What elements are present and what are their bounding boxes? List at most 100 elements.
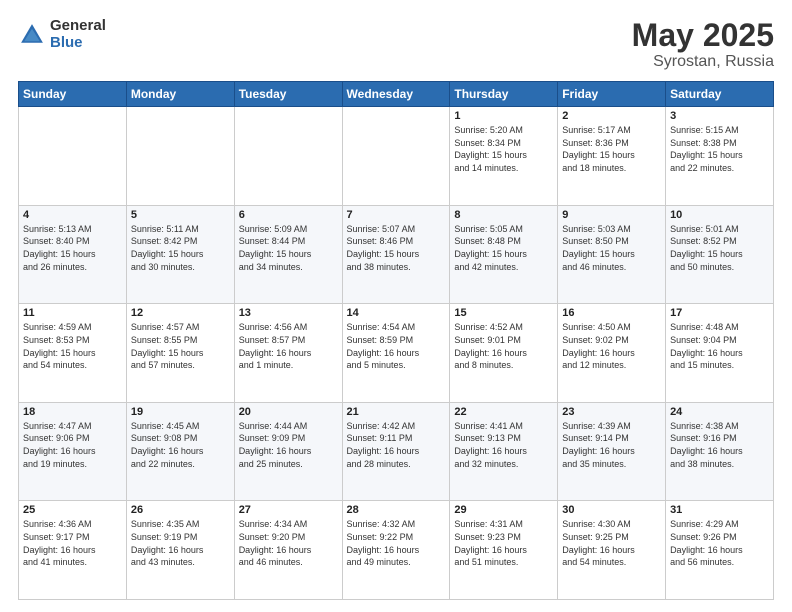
cell-day-number: 8 bbox=[454, 209, 553, 221]
cell-info: Sunrise: 4:57 AM Sunset: 8:55 PM Dayligh… bbox=[131, 321, 230, 371]
calendar-cell: 14Sunrise: 4:54 AM Sunset: 8:59 PM Dayli… bbox=[342, 304, 450, 403]
cell-info: Sunrise: 4:48 AM Sunset: 9:04 PM Dayligh… bbox=[670, 321, 769, 371]
calendar-header-sunday: Sunday bbox=[19, 82, 127, 107]
cell-info: Sunrise: 4:30 AM Sunset: 9:25 PM Dayligh… bbox=[562, 518, 661, 568]
cell-day-number: 30 bbox=[562, 504, 661, 516]
cell-day-number: 11 bbox=[23, 307, 122, 319]
cell-info: Sunrise: 5:07 AM Sunset: 8:46 PM Dayligh… bbox=[347, 223, 446, 273]
cell-day-number: 6 bbox=[239, 209, 338, 221]
calendar-cell: 16Sunrise: 4:50 AM Sunset: 9:02 PM Dayli… bbox=[558, 304, 666, 403]
cell-day-number: 31 bbox=[670, 504, 769, 516]
calendar-table: SundayMondayTuesdayWednesdayThursdayFrid… bbox=[18, 81, 774, 600]
cell-info: Sunrise: 5:09 AM Sunset: 8:44 PM Dayligh… bbox=[239, 223, 338, 273]
cell-day-number: 21 bbox=[347, 406, 446, 418]
cell-info: Sunrise: 4:45 AM Sunset: 9:08 PM Dayligh… bbox=[131, 420, 230, 470]
calendar-cell: 12 Sunrise: 4:57 AM Sunset: 8:55 PM Dayli… bbox=[126, 304, 234, 403]
cell-info: Sunrise: 4:54 AM Sunset: 8:59 PM Dayligh… bbox=[347, 321, 446, 371]
calendar-cell: 28 Sunrise: 4:32 AM Sunset: 9:22 PM Dayli… bbox=[342, 501, 450, 600]
calendar-header-saturday: Saturday bbox=[666, 82, 774, 107]
calendar-week-row: 25 Sunrise: 4:36 AM Sunset: 9:17 PM Dayli… bbox=[19, 501, 774, 600]
calendar-cell: 15 Sunrise: 4:52 AM Sunset: 9:01 PM Dayli… bbox=[450, 304, 558, 403]
cell-info: Sunrise: 4:44 AM Sunset: 9:09 PM Dayligh… bbox=[239, 420, 338, 470]
cell-day-number: 29 bbox=[454, 504, 553, 516]
calendar-cell: 18Sunrise: 4:47 AM Sunset: 9:06 PM Dayli… bbox=[19, 402, 127, 501]
calendar-cell: 25 Sunrise: 4:36 AM Sunset: 9:17 PM Dayli… bbox=[19, 501, 127, 600]
cell-day-number: 28 bbox=[347, 504, 446, 516]
calendar-cell: 19 Sunrise: 4:45 AM Sunset: 9:08 PM Dayli… bbox=[126, 402, 234, 501]
calendar-cell: 7Sunrise: 5:07 AM Sunset: 8:46 PM Daylig… bbox=[342, 205, 450, 304]
cell-info: Sunrise: 4:39 AM Sunset: 9:14 PM Dayligh… bbox=[562, 420, 661, 470]
cell-day-number: 15 bbox=[454, 307, 553, 319]
cell-info: Sunrise: 4:36 AM Sunset: 9:17 PM Dayligh… bbox=[23, 518, 122, 568]
calendar-cell: 6 Sunrise: 5:09 AM Sunset: 8:44 PM Daylig… bbox=[234, 205, 342, 304]
calendar-cell: 1Sunrise: 5:20 AM Sunset: 8:34 PM Daylig… bbox=[450, 107, 558, 206]
cell-day-number: 1 bbox=[454, 110, 553, 122]
logo-text: General Blue bbox=[50, 18, 106, 51]
calendar-cell: 26 Sunrise: 4:35 AM Sunset: 9:19 PM Dayli… bbox=[126, 501, 234, 600]
calendar-cell: 2Sunrise: 5:17 AM Sunset: 8:36 PM Daylig… bbox=[558, 107, 666, 206]
calendar-header-tuesday: Tuesday bbox=[234, 82, 342, 107]
title-location: Syrostan, Russia bbox=[632, 53, 774, 71]
calendar-cell: 17 Sunrise: 4:48 AM Sunset: 9:04 PM Dayli… bbox=[666, 304, 774, 403]
cell-day-number: 26 bbox=[131, 504, 230, 516]
calendar-cell: 5Sunrise: 5:11 AM Sunset: 8:42 PM Daylig… bbox=[126, 205, 234, 304]
cell-info: Sunrise: 5:17 AM Sunset: 8:36 PM Dayligh… bbox=[562, 124, 661, 174]
cell-info: Sunrise: 5:15 AM Sunset: 8:38 PM Dayligh… bbox=[670, 124, 769, 174]
calendar-header-wednesday: Wednesday bbox=[342, 82, 450, 107]
cell-day-number: 12 bbox=[131, 307, 230, 319]
cell-info: Sunrise: 4:32 AM Sunset: 9:22 PM Dayligh… bbox=[347, 518, 446, 568]
calendar-week-row: 18Sunrise: 4:47 AM Sunset: 9:06 PM Dayli… bbox=[19, 402, 774, 501]
cell-info: Sunrise: 4:52 AM Sunset: 9:01 PM Dayligh… bbox=[454, 321, 553, 371]
calendar-week-row: 4 Sunrise: 5:13 AM Sunset: 8:40 PM Daylig… bbox=[19, 205, 774, 304]
cell-day-number: 4 bbox=[23, 209, 122, 221]
cell-day-number: 22 bbox=[454, 406, 553, 418]
cell-info: Sunrise: 4:31 AM Sunset: 9:23 PM Dayligh… bbox=[454, 518, 553, 568]
title-block: May 2025 Syrostan, Russia bbox=[632, 18, 774, 71]
logo-icon bbox=[18, 21, 46, 49]
calendar-cell: 23 Sunrise: 4:39 AM Sunset: 9:14 PM Dayli… bbox=[558, 402, 666, 501]
calendar-week-row: 11 Sunrise: 4:59 AM Sunset: 8:53 PM Dayli… bbox=[19, 304, 774, 403]
cell-day-number: 27 bbox=[239, 504, 338, 516]
header: General Blue May 2025 Syrostan, Russia bbox=[18, 18, 774, 71]
calendar-cell: 10 Sunrise: 5:01 AM Sunset: 8:52 PM Dayli… bbox=[666, 205, 774, 304]
cell-info: Sunrise: 4:41 AM Sunset: 9:13 PM Dayligh… bbox=[454, 420, 553, 470]
calendar-cell: 20 Sunrise: 4:44 AM Sunset: 9:09 PM Dayli… bbox=[234, 402, 342, 501]
calendar-header-monday: Monday bbox=[126, 82, 234, 107]
calendar-cell bbox=[342, 107, 450, 206]
cell-info: Sunrise: 5:13 AM Sunset: 8:40 PM Dayligh… bbox=[23, 223, 122, 273]
cell-day-number: 17 bbox=[670, 307, 769, 319]
calendar-cell: 8Sunrise: 5:05 AM Sunset: 8:48 PM Daylig… bbox=[450, 205, 558, 304]
cell-day-number: 13 bbox=[239, 307, 338, 319]
cell-day-number: 9 bbox=[562, 209, 661, 221]
cell-day-number: 24 bbox=[670, 406, 769, 418]
calendar-cell: 9 Sunrise: 5:03 AM Sunset: 8:50 PM Daylig… bbox=[558, 205, 666, 304]
calendar-header-row: SundayMondayTuesdayWednesdayThursdayFrid… bbox=[19, 82, 774, 107]
calendar-cell: 24Sunrise: 4:38 AM Sunset: 9:16 PM Dayli… bbox=[666, 402, 774, 501]
logo-blue: Blue bbox=[50, 35, 106, 52]
logo: General Blue bbox=[18, 18, 106, 51]
cell-info: Sunrise: 4:35 AM Sunset: 9:19 PM Dayligh… bbox=[131, 518, 230, 568]
cell-day-number: 25 bbox=[23, 504, 122, 516]
cell-day-number: 3 bbox=[670, 110, 769, 122]
calendar-cell: 11 Sunrise: 4:59 AM Sunset: 8:53 PM Dayli… bbox=[19, 304, 127, 403]
calendar-cell: 30 Sunrise: 4:30 AM Sunset: 9:25 PM Dayli… bbox=[558, 501, 666, 600]
cell-info: Sunrise: 5:03 AM Sunset: 8:50 PM Dayligh… bbox=[562, 223, 661, 273]
calendar-cell bbox=[19, 107, 127, 206]
calendar-cell: 27Sunrise: 4:34 AM Sunset: 9:20 PM Dayli… bbox=[234, 501, 342, 600]
cell-day-number: 23 bbox=[562, 406, 661, 418]
calendar-cell: 31Sunrise: 4:29 AM Sunset: 9:26 PM Dayli… bbox=[666, 501, 774, 600]
cell-info: Sunrise: 5:01 AM Sunset: 8:52 PM Dayligh… bbox=[670, 223, 769, 273]
calendar-cell: 21 Sunrise: 4:42 AM Sunset: 9:11 PM Dayli… bbox=[342, 402, 450, 501]
cell-info: Sunrise: 4:50 AM Sunset: 9:02 PM Dayligh… bbox=[562, 321, 661, 371]
title-month: May 2025 bbox=[632, 18, 774, 53]
cell-info: Sunrise: 4:42 AM Sunset: 9:11 PM Dayligh… bbox=[347, 420, 446, 470]
calendar-cell: 4 Sunrise: 5:13 AM Sunset: 8:40 PM Daylig… bbox=[19, 205, 127, 304]
cell-info: Sunrise: 4:47 AM Sunset: 9:06 PM Dayligh… bbox=[23, 420, 122, 470]
calendar-cell bbox=[234, 107, 342, 206]
cell-day-number: 10 bbox=[670, 209, 769, 221]
cell-info: Sunrise: 4:59 AM Sunset: 8:53 PM Dayligh… bbox=[23, 321, 122, 371]
cell-info: Sunrise: 4:56 AM Sunset: 8:57 PM Dayligh… bbox=[239, 321, 338, 371]
cell-day-number: 20 bbox=[239, 406, 338, 418]
calendar-cell bbox=[126, 107, 234, 206]
cell-day-number: 19 bbox=[131, 406, 230, 418]
